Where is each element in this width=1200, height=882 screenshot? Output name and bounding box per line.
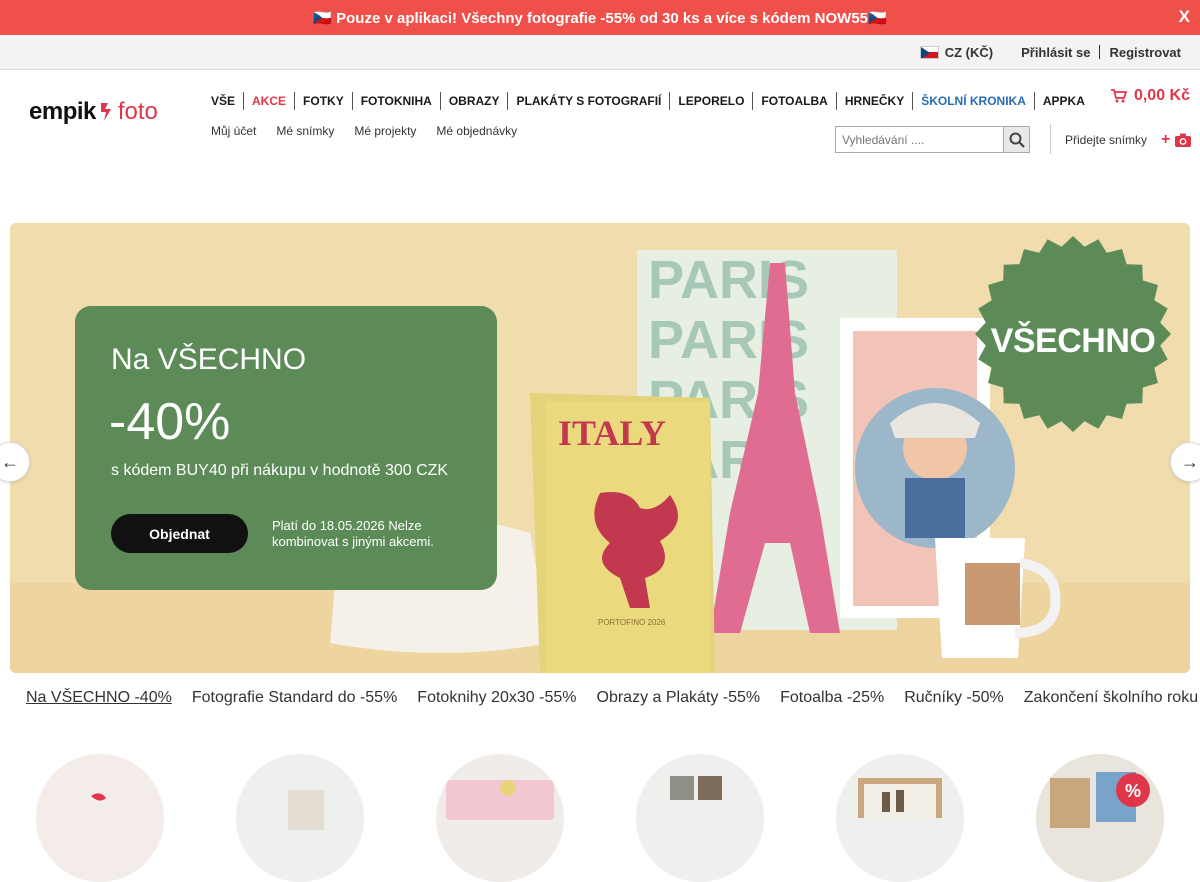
search-icon <box>1009 132 1025 148</box>
camera-icon <box>1175 133 1192 147</box>
promo-tabs: Na VŠECHNO -40% Fotografie Standard do -… <box>26 689 1200 707</box>
utility-bar: CZ (KČ) Přihlásit se Registrovat <box>0 35 1200 70</box>
promo-code-text: s kódem BUY40 při nákupu v hodnotě 300 C… <box>111 462 449 479</box>
nav-fotky[interactable]: FOTKY <box>294 92 352 110</box>
tab-fotoalba[interactable]: Fotoalba -25% <box>780 689 884 707</box>
category-thumbnail <box>836 754 964 882</box>
book-subtitle: PORTOFINO 2026 <box>598 618 666 627</box>
hero-banner[interactable]: PARIS PARIS PARIS PARIS ITALY PORTOFINO … <box>10 223 1190 673</box>
site-header: empik foto VŠE AKCE FOTKY FOTOKNIHA OBRA… <box>0 70 1200 170</box>
category-item[interactable] <box>236 754 364 882</box>
category-item[interactable] <box>36 754 164 882</box>
account-navigation: Můj účet Mé snímky Mé projekty Mé objedn… <box>211 124 537 138</box>
login-link[interactable]: Přihlásit se <box>1012 45 1099 60</box>
tab-fotoknihy[interactable]: Fotoknihy 20x30 -55% <box>417 689 576 707</box>
nav-hrnecky[interactable]: HRNEČKY <box>835 92 912 110</box>
tab-rucniky[interactable]: Ručníky -50% <box>904 689 1004 707</box>
promo-banner-text: 🇨🇿 Pouze v aplikaci! Všechny fotografie … <box>313 9 887 27</box>
order-button[interactable]: Objednat <box>111 514 248 553</box>
category-thumbnail <box>36 754 164 882</box>
my-orders-link[interactable]: Mé objednávky <box>436 124 517 138</box>
promo-discount: -40% <box>109 393 231 451</box>
promo-banner: 🇨🇿 Pouze v aplikaci! Všechny fotografie … <box>0 0 1200 35</box>
my-account-link[interactable]: Můj účet <box>211 124 256 138</box>
badge-label: VŠECHNO <box>990 322 1156 360</box>
book-title: ITALY <box>558 413 666 453</box>
category-thumbnail <box>236 754 364 882</box>
my-projects-link[interactable]: Mé projekty <box>354 124 416 138</box>
nav-fotoalba[interactable]: FOTOALBA <box>752 92 835 110</box>
nav-leporelo[interactable]: LEPORELO <box>669 92 752 110</box>
logo-brand: empik <box>29 98 96 125</box>
header-divider <box>1050 124 1051 154</box>
category-item[interactable] <box>836 754 964 882</box>
promo-card: Na VŠECHNO -40% s kódem BUY40 při nákupu… <box>75 306 497 590</box>
cart-total: 0,00 Kč <box>1133 87 1190 104</box>
empik-foto-logo[interactable]: empik foto <box>29 98 158 126</box>
category-item[interactable] <box>636 754 764 882</box>
search-input[interactable] <box>836 127 1003 152</box>
register-link[interactable]: Registrovat <box>1100 45 1190 60</box>
nav-obrazy[interactable]: OBRAZY <box>439 92 508 110</box>
cart-button[interactable]: 0,00 Kč <box>1110 87 1190 105</box>
add-photos-label: Přidejte snímky <box>1065 133 1148 147</box>
logo-suffix: foto <box>117 98 158 125</box>
arrow-right-icon: → <box>1181 451 1199 472</box>
czech-flag-icon <box>919 45 939 59</box>
search-box <box>835 126 1030 153</box>
promo-validity-text: Platí do 18.05.2026 Nelze kombinovat s j… <box>272 518 434 549</box>
tab-zakonceni[interactable]: Zakončení školního roku <box>1024 689 1198 707</box>
category-thumbnail: % <box>1036 754 1164 882</box>
category-item[interactable]: % <box>1036 754 1164 882</box>
add-photos-button[interactable]: Přidejte snímky + <box>1065 131 1192 149</box>
nav-akce[interactable]: AKCE <box>243 92 294 110</box>
tab-obrazy[interactable]: Obrazy a Plakáty -55% <box>597 689 761 707</box>
search-button[interactable] <box>1003 127 1029 152</box>
discount-badge-label: % <box>1125 781 1141 801</box>
close-promo-button[interactable]: X <box>1179 7 1190 27</box>
promo-badge: VŠECHNO <box>975 236 1171 432</box>
cart-icon <box>1110 89 1128 103</box>
category-thumbnail <box>636 754 764 882</box>
nav-fotokniha[interactable]: FOTOKNIHA <box>351 92 440 110</box>
tab-vsechno[interactable]: Na VŠECHNO -40% <box>26 689 172 707</box>
nav-vse[interactable]: VŠE <box>211 92 243 110</box>
nav-appka[interactable]: APPKA <box>1033 92 1093 110</box>
language-selector[interactable]: CZ (KČ) <box>911 45 1002 60</box>
tab-fotografie[interactable]: Fotografie Standard do -55% <box>192 689 397 707</box>
logo-mark-icon <box>100 103 111 121</box>
promo-heading: Na VŠECHNO <box>111 343 307 376</box>
category-list: % <box>0 754 1200 882</box>
nav-plakaty[interactable]: PLAKÁTY S FOTOGRAFIÍ <box>507 92 669 110</box>
arrow-left-icon: ← <box>1 451 19 472</box>
category-thumbnail <box>436 754 564 882</box>
language-label: CZ (KČ) <box>944 44 994 60</box>
nav-skolni-kronika[interactable]: ŠKOLNÍ KRONIKA <box>912 92 1034 110</box>
main-navigation: VŠE AKCE FOTKY FOTOKNIHA OBRAZY PLAKÁTY … <box>211 92 1093 110</box>
category-item[interactable] <box>436 754 564 882</box>
my-photos-link[interactable]: Mé snímky <box>276 124 334 138</box>
plus-icon: + <box>1161 131 1171 148</box>
